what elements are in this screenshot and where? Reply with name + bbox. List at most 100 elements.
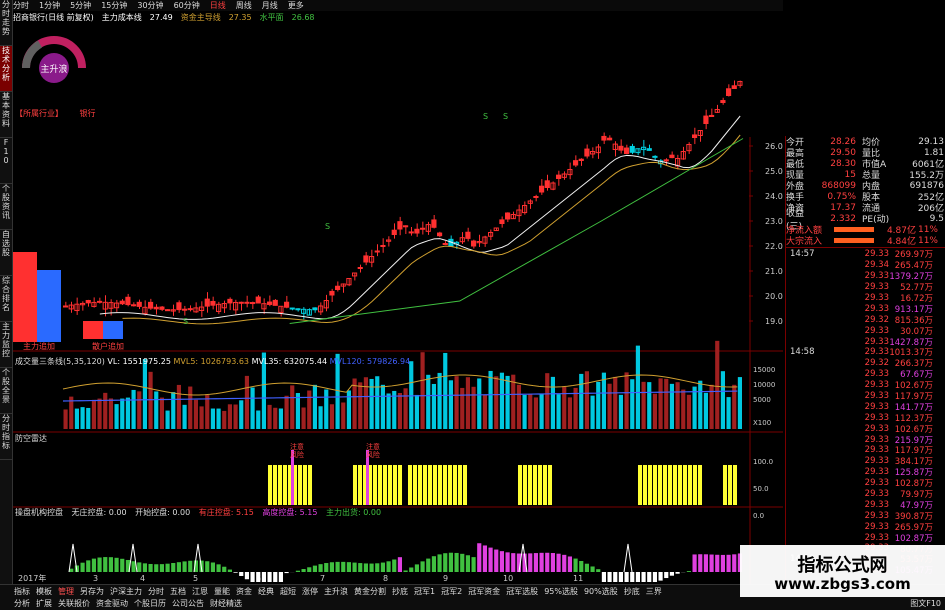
- bottom-item-19[interactable]: 冠军选股: [506, 586, 538, 597]
- timeframe-9[interactable]: 更多: [288, 0, 304, 11]
- bottom-item-10[interactable]: 经典: [258, 586, 274, 597]
- control-bar: [715, 555, 719, 572]
- control-bar: [268, 572, 272, 582]
- timeframe-0[interactable]: 分时: [13, 0, 29, 11]
- control-bar: [642, 572, 646, 582]
- control-bar: [205, 561, 209, 572]
- timeframe-4[interactable]: 30分钟: [137, 0, 163, 11]
- bottom-item-3[interactable]: 另存为: [80, 586, 104, 597]
- timeframe-7[interactable]: 周线: [236, 0, 252, 11]
- left-tab-2[interactable]: 基 本 资 料: [0, 92, 12, 138]
- bottom-item-8[interactable]: 量能: [214, 586, 230, 597]
- timeframe-5[interactable]: 60分钟: [174, 0, 200, 11]
- risk-warning-1: 注意风险: [290, 443, 306, 459]
- control-bar: [370, 564, 374, 572]
- timeframe-2[interactable]: 5分钟: [70, 0, 91, 11]
- flow-row: 大宗流入4.84亿11%: [786, 235, 945, 246]
- control-bar: [676, 572, 680, 574]
- candle-body: [472, 241, 476, 246]
- radar-yellow-bar: [683, 465, 687, 505]
- bottom-func-1[interactable]: 扩展: [36, 598, 52, 609]
- bottom-item-9[interactable]: 资金: [236, 586, 252, 597]
- control-bar: [222, 567, 226, 572]
- timeframe-3[interactable]: 15分钟: [101, 0, 127, 11]
- volume-bar: [404, 388, 408, 429]
- bottom-item-21[interactable]: 90%选股: [584, 586, 618, 597]
- bottom-item-16[interactable]: 冠军1: [414, 586, 435, 597]
- radar-yellow-bar: [388, 465, 392, 505]
- control-bar: [472, 557, 476, 572]
- control-bar: [313, 566, 317, 572]
- left-tab-5[interactable]: 自 选 股: [0, 230, 12, 276]
- volume-bar: [528, 394, 532, 429]
- left-tab-7[interactable]: 主 力 监 控: [0, 322, 12, 368]
- bottom-item-17[interactable]: 冠军2: [441, 586, 462, 597]
- timeframe-6[interactable]: 日线: [210, 0, 226, 11]
- left-tab-9[interactable]: 分 时 指 标: [0, 414, 12, 460]
- vol-tick: 15000: [753, 366, 775, 374]
- bottom-item-20[interactable]: 95%选股: [544, 586, 578, 597]
- control-bar: [511, 553, 515, 572]
- control-bar: [721, 555, 725, 572]
- bottom-func-7[interactable]: 图文F10: [910, 598, 941, 609]
- ma-line-2: [123, 135, 741, 324]
- radar-yellow-bar: [528, 465, 532, 505]
- left-tab-8[interactable]: 个 股 全 景: [0, 368, 12, 414]
- quote-value: 0.75%: [816, 192, 856, 202]
- bottom-item-12[interactable]: 涨停: [302, 586, 318, 597]
- bottom-item-13[interactable]: 主升浪: [324, 586, 348, 597]
- volume-bar: [245, 376, 249, 429]
- bottom-func-2[interactable]: 关联报价: [58, 598, 90, 609]
- tick-row: 29.32266.37万: [786, 358, 945, 369]
- stock-chart[interactable]: 26.0025.0024.0023.0022.0021.0020.0019.00…: [13, 24, 783, 584]
- bottom-func-3[interactable]: 资金驱动: [96, 598, 128, 609]
- left-tab-0[interactable]: 分 时 走 势: [0, 0, 12, 46]
- volume-bar: [455, 376, 459, 429]
- price-tick: 20.00: [765, 292, 783, 301]
- bottom-func-6[interactable]: 财经精选: [210, 598, 242, 609]
- bottom-func-0[interactable]: 分析: [14, 598, 30, 609]
- control-indicator-name[interactable]: 操盘机构控盘: [15, 508, 63, 517]
- signal-s-marker: S: [483, 112, 488, 121]
- control-bar: [647, 572, 651, 582]
- radar-yellow-bar: [658, 465, 662, 505]
- control-bar: [579, 561, 583, 572]
- stock-title[interactable]: 招商银行(日线 前复权): [13, 12, 94, 23]
- radar-indicator-name[interactable]: 防空雷达: [15, 433, 47, 444]
- bottom-item-15[interactable]: 抄底: [392, 586, 408, 597]
- bottom-item-23[interactable]: 三界: [646, 586, 662, 597]
- volume-panel-header: 成交量三条线(5,35,120) VL: 1551975.25 MVL5: 10…: [15, 356, 410, 367]
- control-bar: [262, 572, 266, 582]
- timeframe-8[interactable]: 月线: [262, 0, 278, 11]
- tick-row: 14:5829.331013.37万: [786, 347, 945, 358]
- volume-indicator-name[interactable]: 成交量三条线(5,35,120): [15, 357, 105, 366]
- bottom-item-0[interactable]: 指标: [14, 586, 30, 597]
- left-tab-6[interactable]: 综 合 排 名: [0, 276, 12, 322]
- bottom-item-14[interactable]: 黄金分割: [354, 586, 386, 597]
- bottom-item-7[interactable]: 江恩: [192, 586, 208, 597]
- left-tab-4[interactable]: 个 股 资 讯: [0, 184, 12, 230]
- bottom-func-5[interactable]: 公司公告: [172, 598, 204, 609]
- candle-body: [466, 232, 470, 238]
- radar-yellow-bar: [728, 465, 732, 505]
- timeframe-1[interactable]: 1分钟: [39, 0, 60, 11]
- bottom-item-4[interactable]: 沪深主力: [110, 586, 142, 597]
- bottom-item-1[interactable]: 模板: [36, 586, 52, 597]
- left-tab-1[interactable]: 技 术 分 析: [0, 46, 12, 92]
- bottom-item-6[interactable]: 五档: [170, 586, 186, 597]
- bottom-item-22[interactable]: 抄底: [624, 586, 640, 597]
- volume-bar: [109, 398, 113, 429]
- mvl5-value: MVL5: 1026793.63: [174, 357, 250, 366]
- watermark: 指标公式网 www.zbgs3.com: [740, 545, 945, 597]
- bottom-func-4[interactable]: 个股日历: [134, 598, 166, 609]
- bottom-item-5[interactable]: 分时: [148, 586, 164, 597]
- volume-bar: [330, 404, 334, 429]
- bottom-item-18[interactable]: 冠军资金: [468, 586, 500, 597]
- bottom-item-2[interactable]: 管理: [58, 586, 74, 597]
- control-bar: [443, 553, 447, 572]
- volume-bar: [132, 390, 136, 429]
- left-tab-3[interactable]: F 1 0: [0, 138, 12, 184]
- bottom-item-11[interactable]: 超短: [280, 586, 296, 597]
- control-bar: [477, 543, 481, 572]
- ma3-value: 26.68: [292, 13, 315, 22]
